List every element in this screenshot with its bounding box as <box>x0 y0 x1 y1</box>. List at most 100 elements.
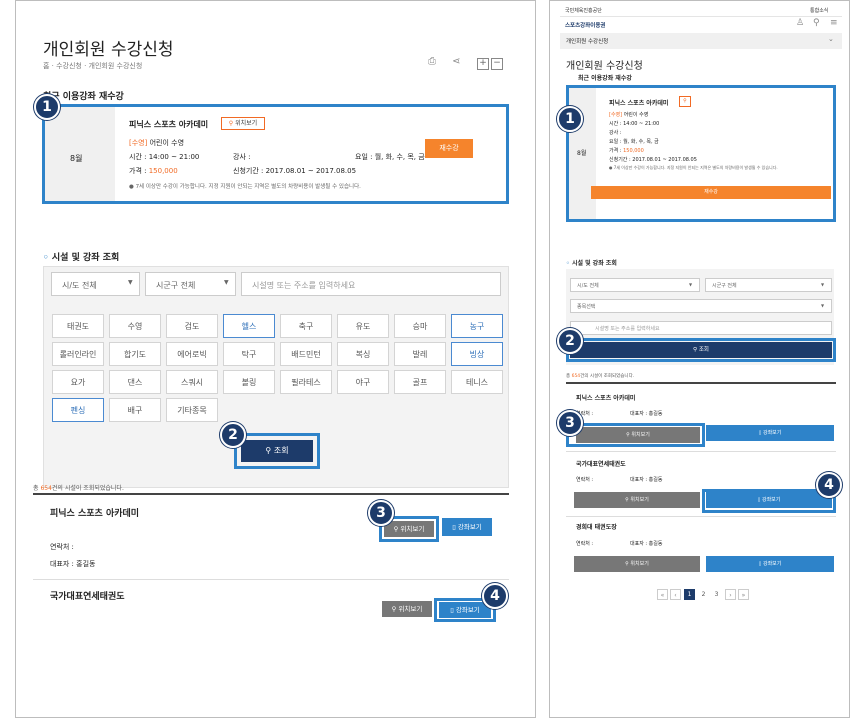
pin-icon: ⚲ <box>393 525 399 533</box>
breadcrumb[interactable]: 홈 · 수강신청 · 개인회원 수강신청 <box>43 61 142 71</box>
search-placeholder: 시설명 또는 주소를 입력하세요 <box>252 281 356 290</box>
category-button[interactable]: 빙상 <box>451 342 503 366</box>
facility-search-input[interactable]: 시설명 또는 주소를 입력하세요 <box>570 321 832 335</box>
category-button[interactable]: 수영 <box>109 314 161 338</box>
chevron-down-icon: ▼ <box>821 303 825 308</box>
category-button[interactable]: 유도 <box>337 314 389 338</box>
recent-course-card: 8월 피닉스 스포츠 아카데미 ⚲ [수영] 어린이 수영 시간 : 14:00… <box>566 85 836 222</box>
category-button[interactable]: 요가 <box>52 370 104 394</box>
category-button[interactable]: 탁구 <box>223 342 275 366</box>
course-list-button[interactable]: ▯ 강좌보기 <box>706 425 834 441</box>
category-button[interactable]: 야구 <box>337 370 389 394</box>
result-facility-name[interactable]: 경희대 태권도장 <box>576 522 617 531</box>
pin-icon[interactable]: ⚲ <box>679 96 691 107</box>
category-button[interactable]: 축구 <box>280 314 332 338</box>
course-list-button[interactable]: ▯ 강좌보기 <box>442 518 492 536</box>
calendar-icon: ▯ <box>758 561 762 567</box>
category-button[interactable]: 헬스 <box>223 314 275 338</box>
category-button[interactable]: 롤러인라인 <box>52 342 104 366</box>
chevron-down-icon: ▼ <box>689 282 693 287</box>
course-list-button[interactable]: ▯ 강좌보기 <box>706 556 834 572</box>
category-button[interactable]: 태권도 <box>52 314 104 338</box>
search-button-label: 조회 <box>273 446 289 455</box>
price-value: 150,000 <box>623 148 644 154</box>
course-price: 가격 : 150,000 <box>129 166 178 176</box>
share-icon[interactable]: ⋖ <box>452 56 460 67</box>
menu-icon[interactable]: ≡ <box>830 18 838 28</box>
org-name[interactable]: 국민체육진흥공단 <box>565 7 602 14</box>
location-button[interactable]: ⚲ 위치보기 <box>576 427 700 443</box>
result-facility-name[interactable]: 피닉스 스포츠 아카데미 <box>576 393 635 402</box>
location-button[interactable]: ⚲ 위치보기 <box>221 117 265 130</box>
result-facility-name[interactable]: 국가대표연세태권도 <box>576 459 626 468</box>
result-count: 총 654건의 시설이 조회되었습니다. <box>566 373 634 379</box>
pin-icon: ⚲ <box>625 561 629 567</box>
course-list-button[interactable]: ▯ 강좌보기 <box>439 602 491 618</box>
search-icon[interactable]: ⚲ <box>813 18 820 28</box>
zoom-in-icon[interactable]: + <box>477 58 489 70</box>
course-list-button[interactable]: ▯ 강좌보기 <box>706 492 832 508</box>
print-icon[interactable]: ⎙ <box>428 56 436 67</box>
category-button[interactable]: 스쿼시 <box>166 370 218 394</box>
course-note: ● 7세 이상만 수강이 가능합니다. 지정 지원이 안되는 지역은 별도의 차… <box>609 165 831 171</box>
search-button-label: 조회 <box>698 347 709 353</box>
category-button[interactable]: 농구 <box>451 314 503 338</box>
page-title: 개인회원 수강신청 <box>43 40 174 60</box>
category-button[interactable]: 검도 <box>166 314 218 338</box>
category-button[interactable]: 필라테스 <box>280 370 332 394</box>
category-button[interactable]: 배구 <box>109 398 161 422</box>
search-section-heading: ◦ 시설 및 강좌 조회 <box>566 258 617 267</box>
course-note-text: 7세 이상만 수강이 가능합니다. 지정 지원이 안되는 지역은 별도의 차량비… <box>135 184 361 190</box>
category-button[interactable]: 볼링 <box>223 370 275 394</box>
last-page-icon[interactable]: » <box>738 589 749 600</box>
category-button[interactable]: 에어로빅 <box>166 342 218 366</box>
step-badge: 3 <box>368 500 394 526</box>
city-select[interactable]: 시/도 전체 ▼ <box>570 278 700 292</box>
result-contact: 연락처 : <box>576 541 594 547</box>
category-button[interactable]: 기타종목 <box>166 398 218 422</box>
user-icon[interactable]: ♙ <box>796 18 804 28</box>
location-button[interactable]: ⚲ 위치보기 <box>384 521 434 537</box>
calendar-icon: ▯ <box>450 606 454 614</box>
zoom-out-icon[interactable]: − <box>491 58 503 70</box>
search-button[interactable]: ⚲ 조회 <box>570 342 832 358</box>
page-button-current[interactable]: 1 <box>684 589 695 600</box>
category-button[interactable]: 합기도 <box>109 342 161 366</box>
category-button[interactable]: 발레 <box>394 342 446 366</box>
result-representative: 대표자 : 홍길동 <box>630 541 663 547</box>
result-facility-name[interactable]: 피닉스 스포츠 아카데미 <box>50 506 139 519</box>
location-button[interactable]: ⚲ 위치보기 <box>574 556 700 572</box>
category-button[interactable]: 테니스 <box>451 370 503 394</box>
first-page-icon[interactable]: « <box>657 589 668 600</box>
category-button[interactable]: 배드민턴 <box>280 342 332 366</box>
location-button[interactable]: ⚲ 위치보기 <box>574 492 700 508</box>
page-button[interactable]: 2 <box>698 589 709 600</box>
search-placeholder: 시설명 또는 주소를 입력하세요 <box>595 326 660 332</box>
menu-dropdown[interactable]: 개인회원 수강신청 ⌄ <box>560 33 842 49</box>
category-button[interactable]: 펜싱 <box>52 398 104 422</box>
category-button[interactable]: 댄스 <box>109 370 161 394</box>
search-button[interactable]: ⚲ 조회 <box>241 440 313 462</box>
category-button[interactable]: 복싱 <box>337 342 389 366</box>
location-button[interactable]: ⚲ 위치보기 <box>382 601 432 617</box>
district-select[interactable]: 시군구 전체 ▼ <box>145 272 236 296</box>
retake-button[interactable]: 재수강 <box>591 186 831 199</box>
site-logo[interactable]: 스포츠강좌이용권 <box>565 21 605 29</box>
category-button[interactable]: 골프 <box>394 370 446 394</box>
retake-button[interactable]: 재수강 <box>425 139 473 158</box>
news-link[interactable]: 통합소식 <box>810 7 828 14</box>
page-button[interactable]: 3 <box>711 589 722 600</box>
divider <box>566 451 836 452</box>
sport-select[interactable]: 종목선택 ▼ <box>570 299 832 313</box>
result-facility-name[interactable]: 국가대표연세태권도 <box>50 589 125 602</box>
facility-search-input[interactable]: 시설명 또는 주소를 입력하세요 <box>241 272 501 296</box>
result-suffix: 건의 시설이 조회되었습니다. <box>51 485 124 492</box>
category-button[interactable]: 승마 <box>394 314 446 338</box>
district-select[interactable]: 시군구 전체 ▼ <box>705 278 832 292</box>
next-page-icon[interactable]: › <box>725 589 736 600</box>
calendar-icon: ▯ <box>757 497 761 503</box>
location-button-label: 위치보기 <box>630 497 649 503</box>
city-select[interactable]: 시/도 전체 ▼ <box>51 272 140 296</box>
category-tag: [수영] <box>609 112 623 118</box>
prev-page-icon[interactable]: ‹ <box>670 589 681 600</box>
